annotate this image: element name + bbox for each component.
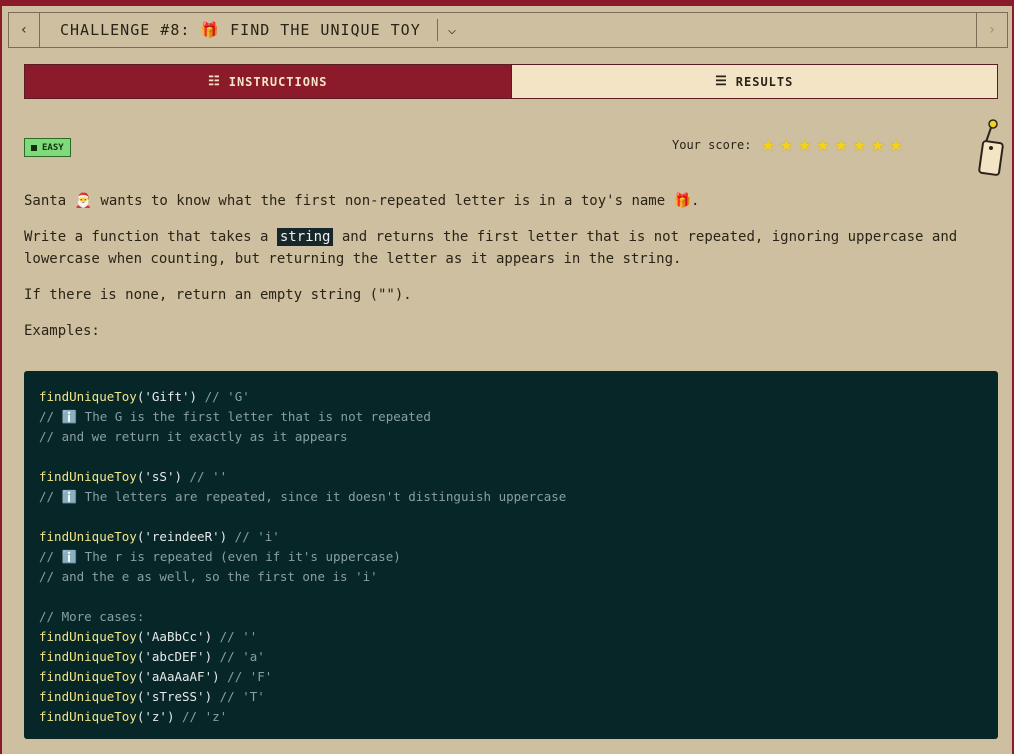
tab-bar: ☷ INSTRUCTIONS ☰ RESULTS — [24, 64, 998, 99]
chevron-down-icon: ⌵ — [447, 22, 457, 38]
p2-text-before: Write a function that takes a — [24, 229, 277, 245]
star-icon: ★ — [797, 132, 812, 157]
code-inline-comment: // 'a' — [212, 649, 265, 664]
code-inline-comment: // 'T' — [212, 689, 265, 704]
challenge-titlebar: ‹ CHALLENGE #8: 🎁 FIND THE UNIQUE TOY ⌵ … — [8, 12, 1008, 48]
code-inline-comment: // '' — [182, 469, 228, 484]
code-argument: ('sS') — [136, 469, 182, 484]
code-argument: ('aAaAaAF') — [136, 669, 220, 684]
code-function-name: findUniqueToy — [39, 529, 137, 544]
code-argument: ('abcDEF') — [136, 649, 213, 664]
star-icon: ★ — [889, 132, 903, 157]
challenge-menu-button[interactable]: ⌵ — [438, 22, 456, 38]
tab-instructions[interactable]: ☷ INSTRUCTIONS — [24, 64, 512, 99]
code-comment-line: // More cases: — [39, 609, 145, 624]
instructions-paragraph-1: Santa 🎅 wants to know what the first non… — [24, 193, 700, 209]
price-tag-icon — [978, 119, 1004, 176]
star-icon: ★ — [761, 132, 775, 157]
code-comment-line: // and the e as well, so the first one i… — [39, 569, 378, 584]
code-argument: ('reindeeR') — [136, 529, 228, 544]
document-icon: ☷ — [208, 74, 221, 89]
code-argument: ('AaBbCc') — [136, 629, 213, 644]
code-argument: ('sTreSS') — [136, 689, 213, 704]
code-inline-comment: // 'z' — [174, 709, 228, 724]
code-call-line: findUniqueToy('z') // 'z' — [39, 707, 983, 727]
code-inline-comment: // '' — [212, 629, 258, 644]
next-challenge-button[interactable]: › — [976, 13, 1007, 47]
code-argument: ('z') — [136, 709, 175, 724]
score-display: Your score: ★ ★ ★ ★ ★ ★ ★ ★ — [672, 134, 902, 156]
code-inline-comment: // 'G' — [197, 389, 250, 404]
code-function-name: findUniqueToy — [39, 649, 137, 664]
inline-code-string: string — [276, 228, 334, 246]
score-stars: ★ ★ ★ ★ ★ ★ ★ ★ — [761, 134, 902, 156]
instructions-text: Santa 🎅 wants to know what the first non… — [24, 190, 1000, 356]
code-function-name: findUniqueToy — [39, 709, 137, 724]
score-label: Your score: — [672, 138, 752, 152]
star-icon: ★ — [834, 132, 848, 157]
checklist-icon: ☰ — [715, 74, 728, 89]
instructions-paragraph-2: Write a function that takes a string and… — [24, 226, 1000, 270]
star-icon: ★ — [779, 132, 793, 157]
code-comment-line: // ℹ️ The r is repeated (even if it's up… — [39, 549, 401, 564]
chevron-left-icon: ‹ — [19, 22, 29, 38]
code-call-line: findUniqueToy('reindeeR') // 'i' — [39, 527, 983, 547]
code-call-line: findUniqueToy('AaBbCc') // '' — [39, 627, 983, 647]
code-function-name: findUniqueToy — [39, 689, 137, 704]
code-function-name: findUniqueToy — [39, 669, 137, 684]
star-icon: ★ — [816, 132, 830, 157]
prev-challenge-button[interactable]: ‹ — [9, 13, 40, 47]
instructions-paragraph-4: Examples: — [24, 323, 100, 339]
code-comment-line: // ℹ️ The letters are repeated, since it… — [39, 489, 567, 504]
square-icon — [31, 144, 37, 151]
code-example-block: findUniqueToy('Gift') // 'G'// ℹ️ The G … — [24, 371, 998, 739]
code-function-name: findUniqueToy — [39, 389, 137, 404]
star-icon: ★ — [852, 132, 866, 157]
code-function-name: findUniqueToy — [39, 629, 137, 644]
tab-results-label: RESULTS — [735, 74, 794, 89]
code-comment-line: // ℹ️ The G is the first letter that is … — [39, 409, 431, 424]
difficulty-label: EASY — [42, 142, 64, 153]
instructions-paragraph-3: If there is none, return an empty string… — [24, 287, 412, 303]
chevron-right-icon: › — [987, 22, 997, 38]
code-argument: ('Gift') — [136, 389, 198, 404]
app-frame: ‹ CHALLENGE #8: 🎁 FIND THE UNIQUE TOY ⌵ … — [0, 6, 1012, 754]
tab-instructions-label: INSTRUCTIONS — [228, 74, 328, 89]
code-call-line: findUniqueToy('sTreSS') // 'T' — [39, 687, 983, 707]
code-call-line: findUniqueToy('Gift') // 'G' — [39, 387, 983, 407]
code-call-line: findUniqueToy('sS') // '' — [39, 467, 983, 487]
star-icon: ★ — [870, 132, 885, 157]
challenge-title: CHALLENGE #8: 🎁 FIND THE UNIQUE TOY — [60, 21, 421, 39]
tab-results[interactable]: ☰ RESULTS — [511, 64, 998, 99]
difficulty-badge: EASY — [24, 138, 71, 157]
code-inline-comment: // 'F' — [219, 669, 273, 684]
code-call-line: findUniqueToy('abcDEF') // 'a' — [39, 647, 983, 667]
code-inline-comment: // 'i' — [227, 529, 280, 544]
code-function-name: findUniqueToy — [39, 469, 137, 484]
code-call-line: findUniqueToy('aAaAaAF') // 'F' — [39, 667, 983, 687]
code-comment-line: // and we return it exactly as it appear… — [39, 429, 348, 444]
